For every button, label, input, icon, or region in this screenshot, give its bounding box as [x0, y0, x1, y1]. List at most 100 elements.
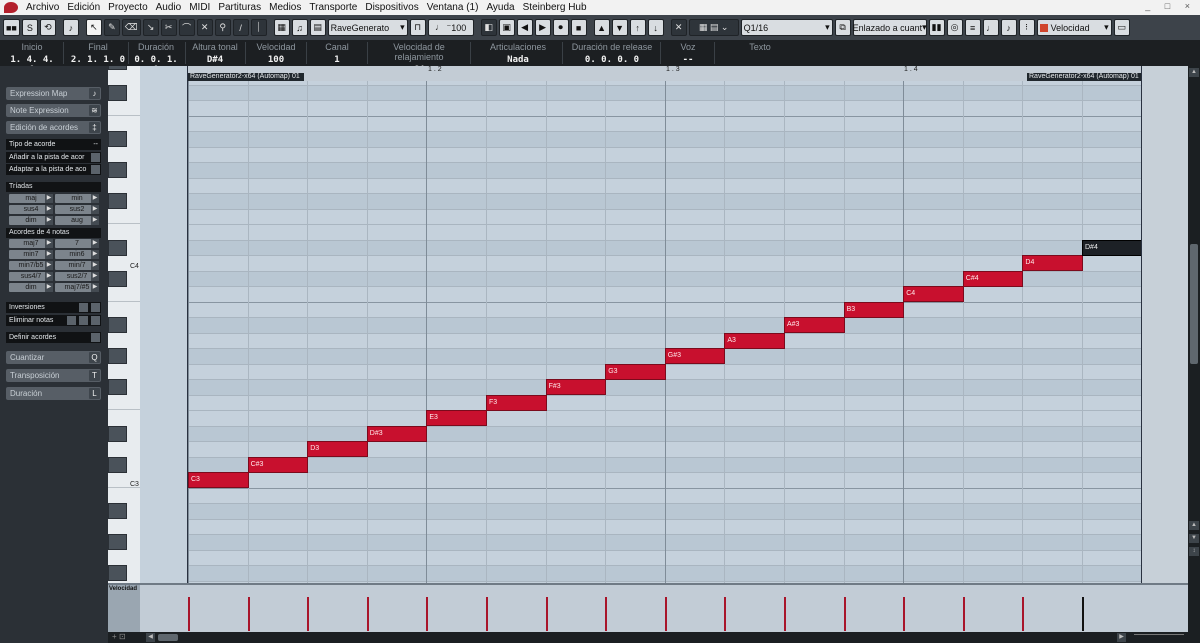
velocity-bar[interactable]	[545, 597, 548, 631]
auto-scroll-icon[interactable]: ⟲	[39, 19, 56, 36]
info-text[interactable]: Texto	[720, 42, 800, 55]
time-warp-tool-icon[interactable]: ⏐	[250, 19, 267, 36]
velocity-bar[interactable]	[1022, 597, 1025, 631]
midi-note[interactable]: D#3	[366, 425, 428, 442]
quantize-selector[interactable]: Q 1/16 ▾	[740, 19, 833, 36]
erase-tool-icon[interactable]: ⌫	[121, 19, 141, 36]
move-right-icon[interactable]: ▶	[534, 19, 551, 36]
black-key[interactable]	[108, 534, 127, 550]
black-key[interactable]	[108, 66, 127, 70]
velocity-bar[interactable]	[724, 597, 727, 631]
midi-note[interactable]: F#3	[545, 379, 607, 395]
zoom-vertical-icon[interactable]: ↕	[1189, 547, 1199, 556]
chord-min7-button[interactable]: min7 ▶	[9, 250, 53, 259]
info-release-length[interactable]: Duración de release 0. 0. 0. 0	[566, 42, 658, 65]
transpose-section[interactable]: Transposición T	[6, 369, 101, 382]
vertical-scroll-thumb[interactable]	[1190, 244, 1198, 364]
add-lane-icon[interactable]: + ⊡	[112, 632, 126, 641]
midi-note[interactable]: E3	[426, 410, 487, 426]
line-tool-icon[interactable]: /	[232, 19, 249, 36]
arrow-down-icon[interactable]: ↓	[647, 19, 664, 36]
loop-icon[interactable]: ▣	[498, 19, 515, 36]
horizontal-zoom-slider[interactable]	[1134, 634, 1184, 642]
black-key[interactable]	[108, 270, 127, 287]
chord-maj7-button[interactable]: maj7 ▶	[9, 239, 53, 248]
note-expression-section[interactable]: Note Expression ≋	[6, 104, 101, 117]
info-pitch[interactable]: Altura tonal D#4	[187, 42, 243, 65]
velocity-bar[interactable]	[664, 597, 667, 631]
velocity-bar[interactable]	[605, 597, 608, 631]
menu-archivo[interactable]: Archivo	[22, 2, 63, 13]
glue-tool-icon[interactable]: ⌒	[178, 19, 195, 36]
zoom-tool-icon[interactable]: ⚲	[214, 19, 231, 36]
velocity-lane[interactable]	[108, 583, 1188, 632]
velocity-bar[interactable]	[307, 597, 310, 631]
black-key[interactable]	[108, 317, 127, 333]
split-tool-icon[interactable]: ✂	[160, 19, 177, 36]
vertical-scrollbar[interactable]: ▲ ▲ ▼ ↕	[1188, 66, 1200, 643]
snap-mode-selector[interactable]: Enlazado a cuant ▾	[853, 19, 927, 36]
piano-keyboard[interactable]	[108, 66, 140, 583]
arrow-up-icon[interactable]: ↑	[629, 19, 646, 36]
grid-type-icon[interactable]: ▦ ▤ ⌄	[688, 19, 739, 36]
horizontal-scroll-thumb[interactable]	[158, 634, 178, 641]
zoom-field[interactable]: ♩ ⁻ 100	[427, 19, 474, 36]
add-to-chord-track-button[interactable]: Añadir a la pista de acor	[6, 152, 101, 163]
velocity-bar[interactable]	[366, 597, 369, 631]
chord-maj-button[interactable]: maj ▶	[9, 194, 53, 203]
midi-note[interactable]: G#3	[664, 348, 726, 364]
menu-proyecto[interactable]: Proyecto	[104, 2, 151, 13]
chord-sus4-button[interactable]: sus4 ▶	[9, 205, 53, 214]
chord-min6-button[interactable]: min6 ▶	[55, 250, 99, 259]
menu-dispositivos[interactable]: Dispositivos	[361, 2, 422, 13]
info-end[interactable]: Final 2. 1. 1. 0	[70, 42, 126, 65]
chord-editing-section[interactable]: Edición de acordes ‡	[6, 121, 101, 134]
chord-sus4-7-button[interactable]: sus4/7 ▶	[9, 272, 53, 281]
menu-audio[interactable]: Audio	[152, 2, 186, 13]
chord-7-button[interactable]: 7 ▶	[55, 239, 99, 248]
midi-note[interactable]: C3	[188, 472, 249, 488]
velocity-bar[interactable]	[1082, 597, 1084, 631]
apply-quantize-icon[interactable]: ⧉	[834, 19, 851, 36]
draw-tool-icon[interactable]: ✎	[103, 19, 120, 36]
inversion-down-icon[interactable]	[79, 303, 88, 312]
black-key[interactable]	[108, 456, 127, 473]
chord-sus2-button[interactable]: sus2 ▶	[55, 205, 99, 214]
midi-note[interactable]: D#4	[1082, 239, 1142, 256]
delete-bottom-icon[interactable]	[91, 316, 100, 325]
info-voice[interactable]: Voz --	[664, 42, 712, 65]
scroll-top-icon[interactable]: ▲	[1189, 68, 1199, 77]
midi-note[interactable]: A#3	[784, 317, 845, 333]
track-selector[interactable]: RaveGenerato ▾	[327, 19, 408, 36]
play-controls-icon[interactable]: ◧	[480, 19, 497, 36]
midi-note[interactable]: D4	[1022, 255, 1083, 271]
chord-sus2-7-button[interactable]: sus2/7 ▶	[55, 272, 99, 281]
velocity-bar[interactable]	[784, 597, 786, 631]
window-controls[interactable]: _ □ ×	[1145, 1, 1196, 11]
black-key[interactable]	[108, 503, 127, 519]
move-left-icon[interactable]: ◀	[516, 19, 533, 36]
scroll-up-icon[interactable]: ▲	[1189, 521, 1199, 530]
midi-note[interactable]: C#4	[962, 270, 1024, 287]
black-key[interactable]	[108, 162, 127, 178]
scroll-down-icon[interactable]: ▼	[1189, 534, 1199, 543]
menu-ayuda[interactable]: Ayuda	[482, 2, 518, 13]
indicate-transpositions-icon[interactable]: ♫	[291, 19, 308, 36]
midi-note[interactable]: A3	[724, 332, 785, 349]
velocity-bar[interactable]	[843, 597, 846, 631]
black-key[interactable]	[108, 131, 127, 147]
adapt-to-chord-track-button[interactable]: Adaptar a la pista de aco	[6, 164, 101, 175]
object-selection-tool-icon[interactable]: ↖	[85, 19, 102, 36]
black-key[interactable]	[108, 425, 127, 442]
midi-note[interactable]: G3	[605, 363, 666, 380]
inversions-row[interactable]: Inversiones	[6, 302, 101, 313]
menu-transporte[interactable]: Transporte	[305, 2, 361, 13]
scroll-right-icon[interactable]: ▶	[1117, 633, 1126, 642]
chord-min7b5-button[interactable]: min7/b5 ▶	[9, 261, 53, 270]
left-zone-toggle-icon[interactable]: ■■	[3, 19, 20, 36]
menu-partituras[interactable]: Partituras	[214, 2, 265, 13]
insert-velocity-icon[interactable]: ▤	[309, 19, 326, 36]
velocity-bar[interactable]	[486, 597, 488, 631]
velocity-bar[interactable]	[188, 597, 190, 631]
define-chords-button[interactable]: Definir acordes	[6, 332, 101, 343]
